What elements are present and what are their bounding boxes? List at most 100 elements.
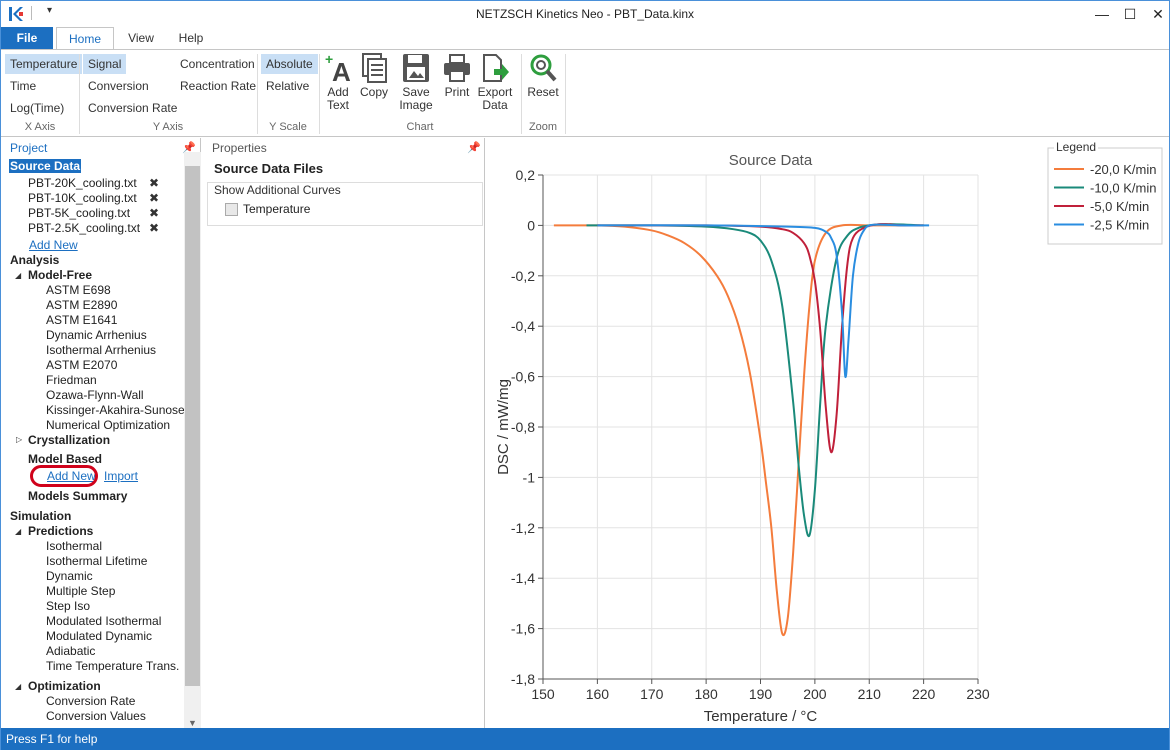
tree-prediction-item[interactable]: Isothermal Lifetime [46,554,147,568]
tree-source-data[interactable]: Source Data [9,159,82,173]
highlight-annotation [30,465,98,487]
tree-analysis[interactable]: Analysis [10,253,59,267]
scrollbar-thumb[interactable] [185,166,200,686]
save-image-button[interactable]: Save Image [396,52,436,112]
y-axis-conversion-button[interactable]: Conversion [83,76,154,96]
pin-icon[interactable]: 📌 [467,141,481,154]
ribbon-separator [257,54,258,134]
y-axis-reaction-rate-button[interactable]: Reaction Rate [175,76,261,96]
print-button[interactable]: Print [437,52,477,99]
collapsed-triangle-icon[interactable]: ▷ [16,435,22,444]
tree-model-free-item[interactable]: ASTM E2070 [46,358,117,372]
x-axis-time-button[interactable]: Time [5,76,41,96]
legend-entry: -2,5 K/min [1090,218,1149,233]
model-based-import-link[interactable]: Import [104,469,138,483]
y-scale-group-label: Y Scale [269,121,307,133]
tab-help[interactable]: Help [169,27,213,49]
scroll-down-icon[interactable]: ▼ [188,718,197,728]
tree-prediction-item[interactable]: Step Iso [46,599,90,613]
remove-file-icon[interactable]: ✖ [149,176,159,190]
tree-optimization-item[interactable]: Conversion Values [46,709,146,723]
series-line-0 [553,223,924,637]
tree-predictions[interactable]: Predictions [28,524,93,538]
tree-prediction-item[interactable]: Isothermal [46,539,102,553]
tree-model-free-item[interactable]: Ozawa-Flynn-Wall [46,388,144,402]
y-tick-label: -1,2 [511,520,535,536]
copy-label: Copy [359,85,388,99]
project-scrollbar[interactable]: ▼ [184,152,201,728]
tab-view[interactable]: View [119,27,163,49]
tree-prediction-item[interactable]: Time Temperature Trans. [46,659,179,673]
print-label: Print [444,85,470,99]
tree-model-free-item[interactable]: ASTM E698 [46,283,111,297]
y-axis-signal-button[interactable]: Signal [83,54,127,74]
y-axis-conversion-rate-button[interactable]: Conversion Rate [83,98,182,118]
properties-panel-header: Properties [212,141,267,155]
remove-file-icon[interactable]: ✖ [149,206,159,220]
tree-simulation[interactable]: Simulation [10,509,71,523]
tree-model-free-item[interactable]: Isothermal Arrhenius [46,343,156,357]
remove-file-icon[interactable]: ✖ [149,221,159,235]
status-bar: Press F1 for help [1,728,1169,750]
maximize-button[interactable]: ☐ [1115,3,1145,25]
tree-prediction-item[interactable]: Modulated Dynamic [46,629,152,643]
add-new-source-link[interactable]: Add New [29,238,78,252]
y-tick-label: -1,8 [511,671,535,687]
expanded-triangle-icon[interactable]: ◢ [15,527,21,536]
dsc-chart[interactable]: Source Data 150 160 170 180 190 200 210 220 230 0,… [486,138,1169,728]
tree-model-free-item[interactable]: ASTM E1641 [46,313,117,327]
tree-model-free-item[interactable]: Dynamic Arrhenius [46,328,147,342]
project-panel-header: Project [10,141,48,155]
x-axis-logtime-button[interactable]: Log(Time) [5,98,69,118]
ribbon: Temperature Time Log(Time) X Axis Signal… [1,49,1169,137]
save-image-icon [403,54,429,82]
y-axis-group-label: Y Axis [152,121,184,133]
tree-file-item[interactable]: PBT-20K_cooling.txt [28,176,137,190]
tree-file-item[interactable]: PBT-2.5K_cooling.txt [28,221,140,235]
tree-model-free-item[interactable]: Kissinger-Akahira-Sunose [46,403,185,417]
tree-prediction-item[interactable]: Adiabatic [46,644,95,658]
add-text-button[interactable]: + A Add Text [318,52,358,112]
expanded-triangle-icon[interactable]: ◢ [15,682,21,691]
ribbon-separator [565,54,566,134]
ribbon-separator [79,54,80,134]
tree-model-free-item[interactable]: Friedman [46,373,97,387]
temperature-checkbox-label: Temperature [243,202,311,216]
x-tick-label: 160 [586,686,610,702]
additional-curves-label: Show Additional Curves [214,183,341,197]
y-scale-relative-button[interactable]: Relative [261,76,314,96]
temperature-checkbox[interactable] [225,203,238,216]
tree-prediction-item[interactable]: Multiple Step [46,584,115,598]
y-tick-label: -1,4 [511,570,535,586]
export-data-button[interactable]: Export Data [475,52,515,112]
expanded-triangle-icon[interactable]: ◢ [15,271,21,280]
reset-zoom-button[interactable]: Reset [523,52,563,99]
close-button[interactable]: ✕ [1143,3,1170,25]
series-line-1 [586,223,924,538]
y-axis-label: DSC / mW/mg [495,379,512,475]
tree-crystallization[interactable]: Crystallization [28,433,110,447]
additional-curves-group: Show Additional Curves Temperature [207,182,483,226]
save-image-label-2: Image [399,98,433,112]
add-text-icon: + A [325,52,351,84]
tree-model-based[interactable]: Model Based [28,452,102,466]
tree-optimization[interactable]: Optimization [28,679,101,693]
tree-models-summary[interactable]: Models Summary [28,489,127,503]
x-axis-temperature-button[interactable]: Temperature [5,54,83,74]
tree-model-free[interactable]: Model-Free [28,268,92,282]
y-scale-absolute-button[interactable]: Absolute [261,54,318,74]
tree-model-free-item[interactable]: ASTM E2890 [46,298,117,312]
tree-file-item[interactable]: PBT-10K_cooling.txt [28,191,137,205]
tree-prediction-item[interactable]: Modulated Isothermal [46,614,161,628]
minimize-button[interactable]: — [1087,3,1117,25]
y-tick-label: -0,8 [511,419,535,435]
y-axis-concentration-button[interactable]: Concentration [175,54,260,74]
tree-file-item[interactable]: PBT-5K_cooling.txt [28,206,130,220]
remove-file-icon[interactable]: ✖ [149,191,159,205]
copy-button[interactable]: Copy [354,52,394,99]
tab-home[interactable]: Home [56,27,114,49]
tree-optimization-item[interactable]: Conversion Rate [46,694,135,708]
tab-file[interactable]: File [1,27,53,49]
tree-model-free-item[interactable]: Numerical Optimization [46,418,170,432]
tree-prediction-item[interactable]: Dynamic [46,569,93,583]
